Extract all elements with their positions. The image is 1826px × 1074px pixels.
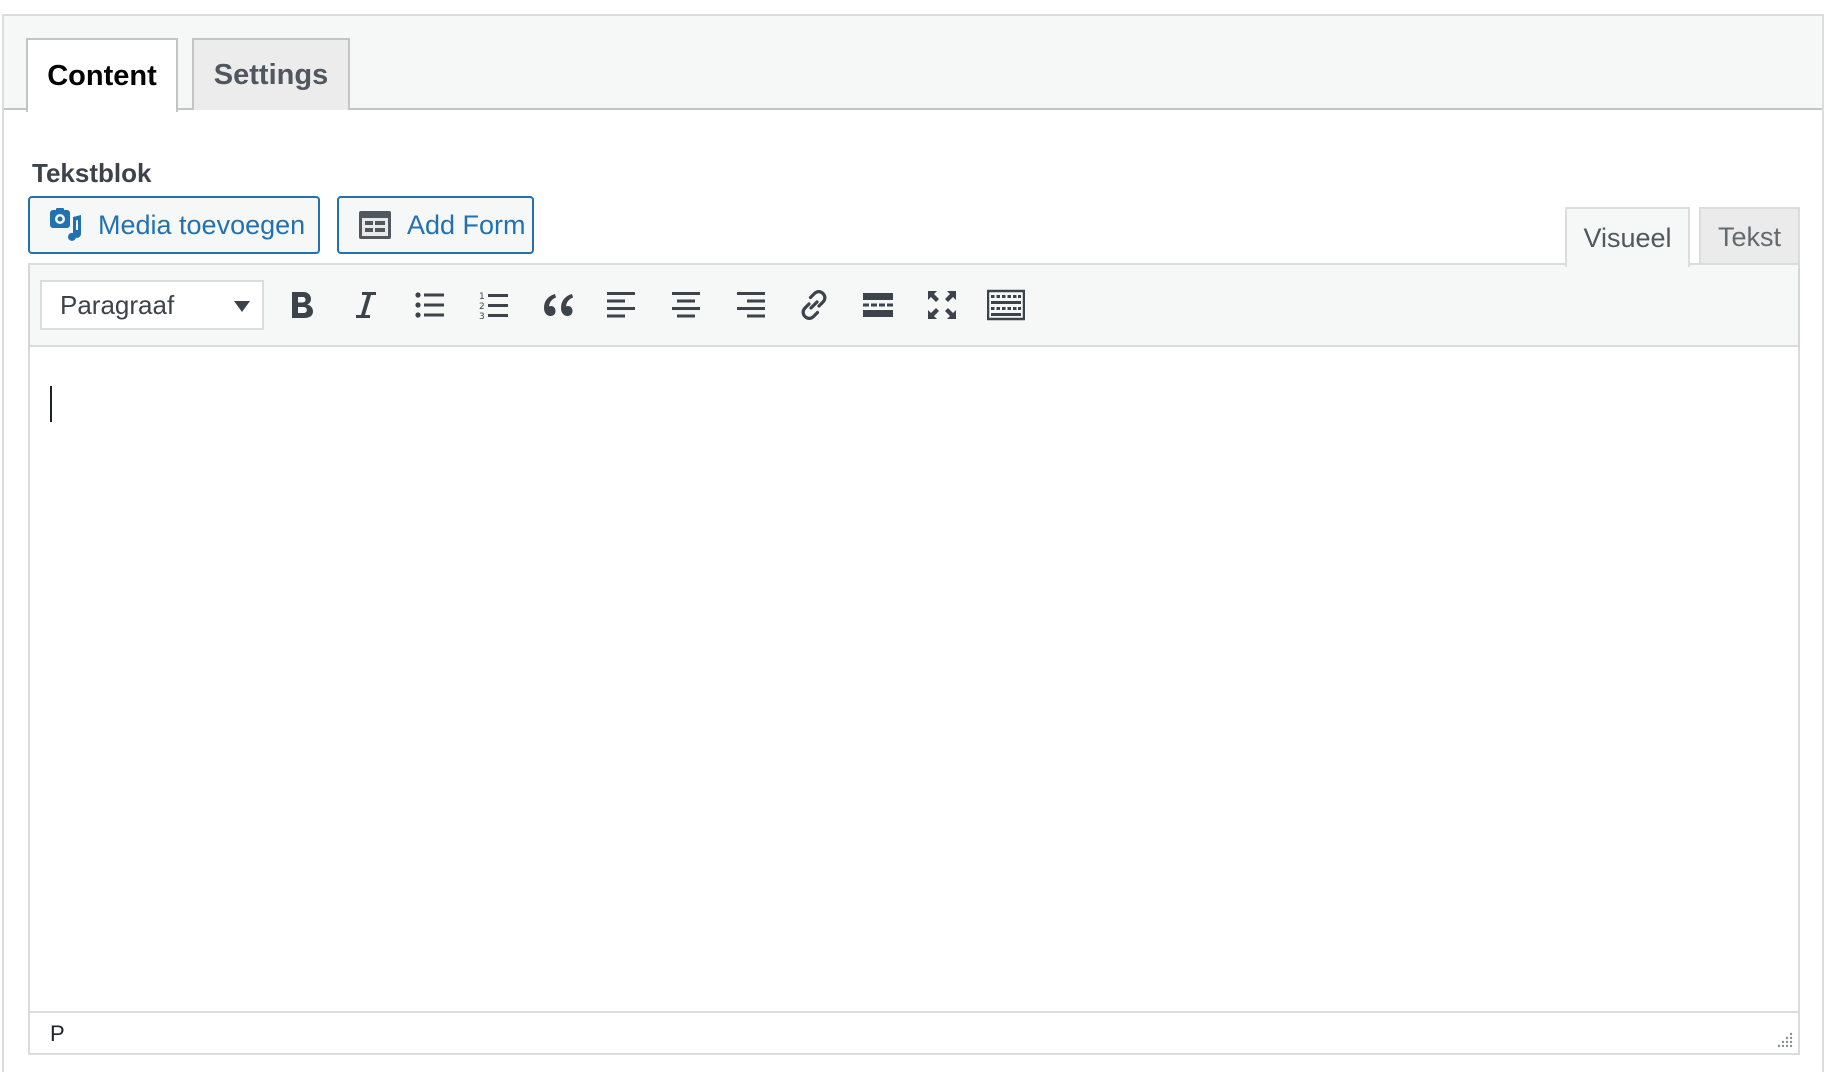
tab-settings[interactable]: Settings [192, 38, 350, 110]
add-media-label: Media toevoegen [98, 209, 306, 240]
link-icon [801, 290, 827, 320]
align-center-icon [672, 292, 700, 318]
insert-link-button[interactable] [792, 283, 836, 327]
chevron-down-icon [234, 301, 250, 312]
format-select-value: Paragraaf [60, 289, 175, 320]
svg-text:2: 2 [479, 302, 485, 312]
top-strip [0, 0, 1826, 14]
editor-frame: Content Settings Tekstblok Media toevoeg… [0, 0, 1826, 1074]
align-left-icon [607, 292, 635, 318]
bullet-list-button[interactable] [408, 283, 452, 327]
read-more-icon [863, 293, 893, 317]
tab-visual[interactable]: Visueel [1565, 207, 1690, 267]
tab-text[interactable]: Tekst [1699, 207, 1800, 265]
align-left-button[interactable] [600, 283, 644, 327]
element-path[interactable]: P [50, 1021, 65, 1047]
blockquote-button[interactable] [536, 283, 580, 327]
editor-statusbar: P [30, 1011, 1798, 1053]
tab-bar: Content Settings [4, 16, 1822, 112]
text-cursor [50, 386, 52, 422]
media-add-icon [46, 205, 86, 245]
fullscreen-icon [928, 291, 956, 319]
align-right-icon [737, 292, 765, 318]
field-label: Tekstblok [32, 158, 152, 188]
resize-handle-icon[interactable] [1774, 1029, 1794, 1049]
numbered-list-icon: 1 2 3 [479, 292, 508, 320]
editor-toolbar: Paragraaf 1 2 3 [30, 265, 1798, 347]
format-select[interactable]: Paragraaf [40, 280, 264, 330]
svg-text:1: 1 [479, 292, 485, 302]
blockquote-icon [544, 294, 573, 316]
italic-button[interactable] [344, 283, 388, 327]
tab-content[interactable]: Content [26, 38, 178, 112]
numbered-list-button[interactable]: 1 2 3 [472, 283, 516, 327]
align-center-button[interactable] [664, 283, 708, 327]
add-form-button[interactable]: Add Form [337, 196, 534, 254]
toolbar-toggle-icon [987, 289, 1025, 321]
editor-content-area[interactable] [30, 347, 1798, 1011]
fullscreen-button[interactable] [920, 283, 964, 327]
italic-icon [356, 292, 376, 318]
rich-text-editor: Paragraaf 1 2 3 P [28, 263, 1800, 1055]
read-more-button[interactable] [856, 283, 900, 327]
add-form-label: Add Form [407, 209, 526, 240]
svg-text:3: 3 [479, 312, 485, 320]
toolbar-toggle-button[interactable] [984, 283, 1028, 327]
bold-button[interactable] [280, 283, 324, 327]
align-right-button[interactable] [728, 283, 772, 327]
form-icon [355, 205, 395, 245]
bullet-list-icon [415, 292, 444, 318]
bold-icon [292, 292, 313, 318]
add-media-button[interactable]: Media toevoegen [28, 196, 320, 254]
